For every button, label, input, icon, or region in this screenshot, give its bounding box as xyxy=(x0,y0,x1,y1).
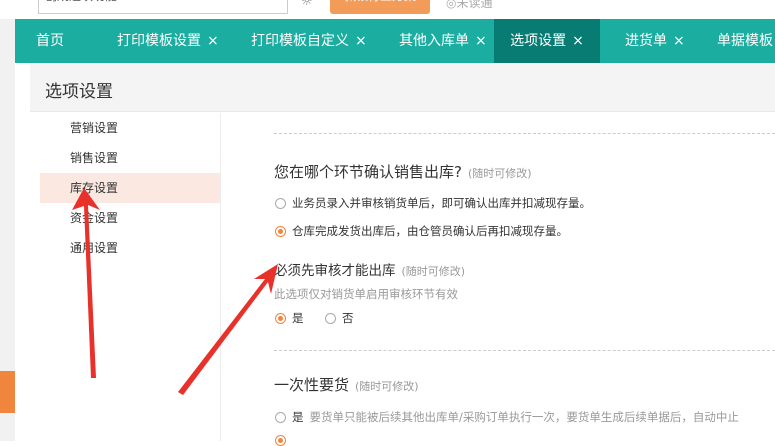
sidebar-item-inventory[interactable]: 库存设置 xyxy=(40,173,220,203)
radio-icon[interactable] xyxy=(325,312,336,324)
once-yes-option[interactable]: 是要货单只能被后续其他出库单/采购订单执行一次，要货单生成后续单据后，自动中止 xyxy=(275,409,739,425)
settings-content: 您在哪个环节确认销售出库? (随时可修改) 业务员录入并审核销货单后，即可确认出库… xyxy=(221,113,775,446)
section-title-text: 必须先审核才能出库 xyxy=(274,263,396,279)
option-confirm-on-audit[interactable]: 业务员录入并审核销货单后，即可确认出库并扣减现存量。 xyxy=(275,195,591,211)
tab-print-template-custom[interactable]: 打印模板自定义 × xyxy=(251,19,367,63)
hint-text: (随时可修改) xyxy=(401,265,466,278)
bell-icon: ◎ xyxy=(446,0,457,10)
tab-purchase-order[interactable]: 进货单 × xyxy=(625,19,685,63)
lightbulb-icon[interactable]: ☼ xyxy=(301,0,313,9)
tab-home[interactable]: 首页 xyxy=(15,19,85,63)
page-title: 选项设置 xyxy=(45,82,113,102)
radio-icon[interactable] xyxy=(275,411,286,423)
audit-no-option[interactable]: 否 xyxy=(325,310,354,326)
audit-yes-option[interactable]: 是 xyxy=(275,310,304,326)
tab-label: 进货单 xyxy=(625,33,667,49)
hint-text: (随时可修改) xyxy=(355,380,419,393)
option-label: 是 xyxy=(292,410,304,424)
tab-label: 首页 xyxy=(36,33,64,49)
section-title-once: 一次性要货 (随时可修改) xyxy=(274,374,419,395)
page-header: 选项设置 xyxy=(30,63,775,112)
unread-notice[interactable]: ◎未读通 xyxy=(446,0,493,11)
close-icon[interactable]: × xyxy=(355,33,367,49)
section-title-audit: 必须先审核才能出库 (随时可修改) xyxy=(274,259,465,279)
tab-label: 选项设置 xyxy=(510,33,567,49)
settings-sidebar: 营销设置 销售设置 库存设置 资金设置 通用设置 xyxy=(40,113,221,441)
option-description: 要货单只能被后续其他出库单/采购订单执行一次，要货单生成后续单据后，自动中止 xyxy=(309,410,739,424)
sidebar-item-general[interactable]: 通用设置 xyxy=(40,233,220,263)
unread-label: 未读通 xyxy=(456,0,493,10)
close-icon[interactable]: × xyxy=(475,33,487,49)
promo-button[interactable]: 佩顿行业方案 xyxy=(330,0,430,14)
option-confirm-on-shipment[interactable]: 仓库完成发货出库后，由仓管员确认后再扣减现存量。 xyxy=(275,223,568,239)
tab-label: 单据模板 xyxy=(717,33,773,49)
tab-label: 打印模板自定义 xyxy=(251,33,349,49)
tab-label: 其他入库单 xyxy=(399,33,469,49)
section-title-confirm: 您在哪个环节确认销售出库? (随时可修改) xyxy=(274,161,532,182)
sidebar-item-funds[interactable]: 资金设置 xyxy=(40,203,220,233)
sidebar-item-sales[interactable]: 销售设置 xyxy=(40,143,220,173)
tab-document-template[interactable]: 单据模板× xyxy=(717,19,775,63)
close-icon[interactable]: × xyxy=(572,33,584,49)
tab-print-template-settings[interactable]: 打印模板设置 × xyxy=(117,19,219,63)
radio-icon[interactable] xyxy=(275,312,286,324)
top-bar: 创成通项功能 ☼ 佩顿行业方案 ◎未读通 xyxy=(0,0,775,19)
divider xyxy=(274,133,775,134)
option-label: 业务员录入并审核销货单后，即可确认出库并扣减现存量。 xyxy=(292,196,591,210)
section-title-text: 您在哪个环节确认销售出库? xyxy=(274,163,462,181)
tab-bar: 首页 打印模板设置 × 打印模板自定义 × 其他入库单 × 选项设置 × 进货单 × 单据… xyxy=(15,19,775,63)
tab-option-settings[interactable]: 选项设置 × xyxy=(494,19,600,63)
section-title-text: 一次性要货 xyxy=(274,376,350,394)
close-icon[interactable]: × xyxy=(207,33,219,49)
left-accent-block[interactable] xyxy=(0,371,15,413)
search-input[interactable]: 创成通项功能 xyxy=(38,0,288,14)
divider xyxy=(274,350,775,351)
sidebar-item-marketing[interactable]: 营销设置 xyxy=(40,113,220,143)
radio-icon[interactable] xyxy=(275,225,286,237)
tab-other-inbound[interactable]: 其他入库单 × xyxy=(399,19,487,63)
tab-label: 打印模板设置 xyxy=(117,33,201,49)
option-label: 是 xyxy=(292,311,304,325)
audit-description: 此选项仅对销货单启用审核环节有效 xyxy=(274,287,458,301)
close-icon[interactable]: × xyxy=(673,33,685,49)
hint-text: (随时可修改) xyxy=(467,167,532,180)
radio-icon[interactable] xyxy=(275,197,286,209)
left-strip xyxy=(0,19,15,441)
option-label: 否 xyxy=(342,311,354,325)
option-label: 仓库完成发货出库后，由仓管员确认后再扣减现存量。 xyxy=(292,224,568,238)
